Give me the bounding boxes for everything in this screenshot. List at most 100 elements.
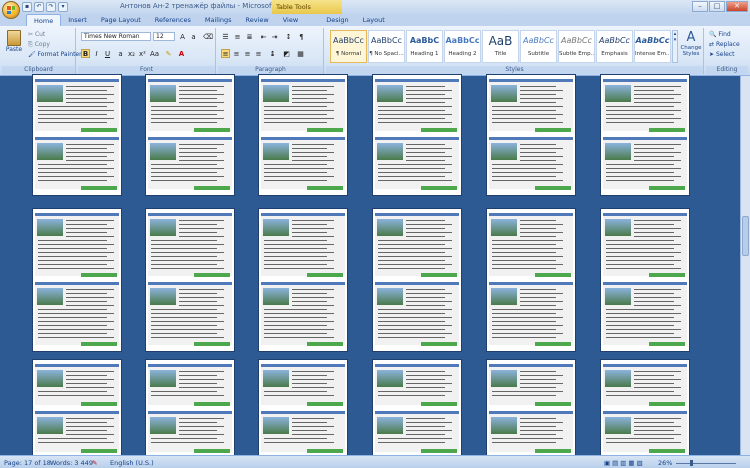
page-thumbnail[interactable] xyxy=(32,359,122,459)
page-thumbnail[interactable] xyxy=(258,359,348,459)
text-line xyxy=(606,337,681,338)
replace-button[interactable]: ⇄ Replace xyxy=(709,41,740,48)
style-heading-1[interactable]: AaBbC Heading 1 xyxy=(406,30,443,63)
zoom-slider-thumb[interactable] xyxy=(690,460,693,466)
page-thumbnail[interactable] xyxy=(372,208,462,352)
bullets-icon[interactable]: ☰ xyxy=(221,32,230,41)
undo-icon[interactable]: ↶ xyxy=(34,2,44,12)
tab-insert[interactable]: Insert xyxy=(61,14,94,26)
select-button[interactable]: ➤ Select xyxy=(709,51,734,58)
document-canvas[interactable] xyxy=(0,74,740,459)
page-thumbnail[interactable] xyxy=(145,74,235,196)
view-buttons[interactable]: ▣▤▥▦▧ xyxy=(604,459,645,467)
tab-view[interactable]: View xyxy=(276,14,305,26)
align-right-icon[interactable]: ≡ xyxy=(243,49,252,58)
maximize-button[interactable]: □ xyxy=(709,1,725,12)
tab-home[interactable]: Home xyxy=(26,14,62,26)
download-bar xyxy=(649,273,685,277)
align-left-icon[interactable]: ≡ xyxy=(221,49,230,58)
format-painter-button[interactable]: 🖌 Format Painter xyxy=(28,51,82,58)
justify-icon[interactable]: ≡ xyxy=(254,49,263,58)
page-thumbnail[interactable] xyxy=(600,74,690,196)
text-line xyxy=(520,98,563,99)
superscript-icon[interactable]: x² xyxy=(138,49,147,58)
style-subtitle[interactable]: AaBbCc Subtitle xyxy=(520,30,557,63)
page-thumbnail[interactable] xyxy=(32,208,122,352)
save-icon[interactable]: ▪ xyxy=(22,2,32,12)
numbering-icon[interactable]: ≡ xyxy=(233,32,242,41)
line-spacing-icon[interactable]: ↨ xyxy=(268,49,277,58)
bold-icon[interactable]: B xyxy=(81,49,90,58)
clear-format-icon[interactable]: ⌫ xyxy=(202,32,213,41)
show-formatting-icon[interactable]: ¶ xyxy=(297,32,306,41)
page-thumbnail[interactable] xyxy=(600,359,690,459)
scroll-thumb[interactable] xyxy=(742,216,749,256)
page-thumbnail[interactable] xyxy=(486,74,576,196)
page-thumbnail[interactable] xyxy=(486,359,576,459)
style-intense-emphasis[interactable]: AaBbCc Intense Em... xyxy=(634,30,671,63)
aircraft-photo xyxy=(605,288,631,305)
vertical-scrollbar[interactable] xyxy=(740,76,750,455)
sort-icon[interactable]: ↕ xyxy=(284,32,293,41)
style-no-spacing[interactable]: AaBbCc ¶ No Spaci... xyxy=(368,30,405,63)
zoom-slider[interactable] xyxy=(676,463,736,464)
style-gallery-scroll[interactable]: ▴ ▾ xyxy=(672,30,678,63)
change-styles-button[interactable]: A Change Styles xyxy=(680,30,702,63)
borders-icon[interactable]: ▦ xyxy=(296,49,305,58)
font-size-combo[interactable]: 12 xyxy=(153,32,175,41)
text-line xyxy=(634,232,674,233)
page-thumbnail[interactable] xyxy=(145,359,235,459)
tab-layout[interactable]: Layout xyxy=(356,14,392,26)
language-indicator[interactable]: English (U.S.) xyxy=(110,459,154,467)
font-color-icon[interactable]: A xyxy=(177,49,186,58)
decrease-indent-icon[interactable]: ⇤ xyxy=(259,32,268,41)
increase-indent-icon[interactable]: ⇥ xyxy=(270,32,279,41)
zoom-level[interactable]: 26% xyxy=(658,459,672,467)
style-emphasis[interactable]: AaBbCc Emphasis xyxy=(596,30,633,63)
multilevel-list-icon[interactable]: ≣ xyxy=(245,32,254,41)
subscript-icon[interactable]: x₂ xyxy=(127,49,136,58)
page-thumbnail[interactable] xyxy=(32,74,122,196)
highlight-icon[interactable]: ✎ xyxy=(164,49,173,58)
font-name-combo[interactable]: Times New Roman xyxy=(81,32,151,41)
redo-icon[interactable]: ↷ xyxy=(46,2,56,12)
paste-button[interactable]: Paste xyxy=(5,30,23,60)
grow-font-icon[interactable]: A xyxy=(178,32,187,41)
page-thumbnail[interactable] xyxy=(258,208,348,352)
page-thumbnail[interactable] xyxy=(486,208,576,352)
find-button[interactable]: 🔍 Find xyxy=(709,31,731,38)
text-line xyxy=(520,375,563,376)
tab-page-layout[interactable]: Page Layout xyxy=(94,14,148,26)
page-thumbnail[interactable] xyxy=(600,208,690,352)
minimize-button[interactable]: – xyxy=(692,1,708,12)
proofing-icon[interactable]: ✎ xyxy=(92,459,97,467)
page-thumbnail[interactable] xyxy=(372,359,462,459)
close-button[interactable]: ✕ xyxy=(726,1,748,12)
word-count[interactable]: Words: 3 449 xyxy=(50,459,93,467)
tab-review[interactable]: Review xyxy=(239,14,276,26)
shrink-font-icon[interactable]: a xyxy=(189,32,198,41)
page-thumbnail[interactable] xyxy=(258,74,348,196)
text-line xyxy=(292,224,327,225)
page-thumbnail[interactable] xyxy=(372,74,462,196)
style-title[interactable]: AaB Title xyxy=(482,30,519,63)
change-case-icon[interactable]: Aa xyxy=(149,49,159,58)
tab-mailings[interactable]: Mailings xyxy=(198,14,239,26)
tab-design[interactable]: Design xyxy=(319,14,355,26)
style-heading-2[interactable]: AaBbCc Heading 2 xyxy=(444,30,481,63)
copy-button[interactable]: ⎘ Copy xyxy=(28,41,50,49)
office-button[interactable] xyxy=(2,1,20,19)
strikethrough-icon[interactable]: a xyxy=(116,49,125,58)
align-center-icon[interactable]: ≡ xyxy=(232,49,241,58)
underline-icon[interactable]: U xyxy=(103,49,112,58)
tab-references[interactable]: References xyxy=(148,14,198,26)
shading-icon[interactable]: ◩ xyxy=(282,49,291,58)
page-thumbnail[interactable] xyxy=(145,208,235,352)
italic-icon[interactable]: I xyxy=(92,49,101,58)
cut-button[interactable]: ✂ Cut xyxy=(28,31,45,38)
style-normal[interactable]: AaBbCc ¶ Normal xyxy=(330,30,367,63)
style-subtle-emphasis[interactable]: AaBbCc Subtle Emp... xyxy=(558,30,595,63)
page-indicator[interactable]: Page: 17 of 18 xyxy=(4,459,51,467)
customize-icon[interactable]: ▾ xyxy=(58,2,68,12)
text-line xyxy=(292,375,327,376)
